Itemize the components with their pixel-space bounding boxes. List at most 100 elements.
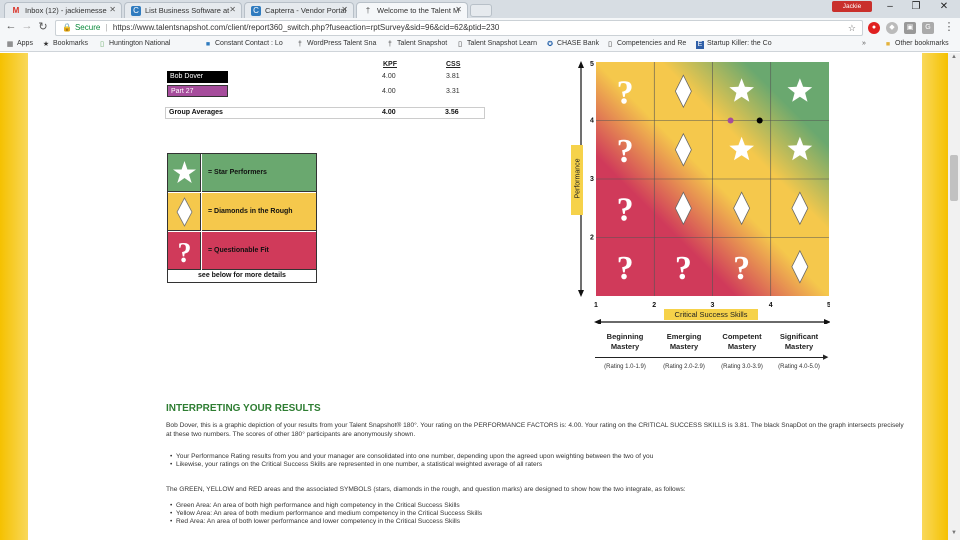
snapshot-icon: †: [388, 41, 392, 48]
y-tick-label: 4: [590, 118, 594, 125]
css-header: CSS: [446, 61, 461, 68]
menu-icon[interactable]: ⋮: [942, 20, 956, 33]
snapdot-point: [727, 117, 734, 124]
page-content: ▲ ▼ KPF CSS Bob Dover 4.00 3.81 Part 27 …: [0, 53, 960, 540]
bookmark-talent-snapshot[interactable]: † Talent Snapshot: [386, 40, 447, 49]
bullet-css-rating: Likewise, your ratings on the Critical S…: [170, 461, 896, 469]
capterra-icon: C: [131, 6, 141, 16]
bookmark-constant-contact[interactable]: ■ Constant Contact : Lo: [204, 40, 283, 49]
part27-css: 3.31: [446, 88, 460, 95]
page-icon: ▯: [458, 41, 462, 48]
close-icon[interactable]: ✕: [229, 5, 236, 14]
x-axis-arrow-right: [824, 319, 831, 325]
close-icon[interactable]: ✕: [455, 5, 462, 14]
extension-icon[interactable]: ◆: [886, 22, 898, 34]
y-tick-label: 5: [590, 61, 594, 68]
tab-talent-snapshot[interactable]: † Welcome to the Talent M ✕: [356, 2, 468, 18]
tab-list-business[interactable]: C List Business Software at ✕: [124, 2, 242, 18]
y-axis-label: Performance: [571, 145, 583, 215]
bookmark-apps[interactable]: ▦ Apps: [6, 40, 33, 49]
maximize-icon[interactable]: ❐: [906, 1, 926, 12]
intro-paragraph: Bob Dover, this is a graphic depiction o…: [166, 422, 904, 438]
legend-star-label: = Star Performers: [202, 154, 316, 192]
address-bar[interactable]: 🔒 Secure | https://www.talentsnapshot.com…: [55, 20, 863, 36]
participant-part-27: Part 27: [167, 85, 228, 97]
gmail-icon: M: [12, 6, 20, 15]
tab-capterra-vendor[interactable]: C Capterra - Vendor Portal ✕: [244, 2, 354, 18]
other-bookmarks[interactable]: ■ Other bookmarks: [884, 40, 949, 49]
legend-question-row: ? = Questionable Fit: [168, 232, 316, 270]
close-icon[interactable]: ✕: [341, 5, 348, 14]
question-mark-icon: ?: [617, 74, 634, 111]
profile-button[interactable]: Jackie: [832, 1, 872, 12]
mastery-significant-title: Significant Mastery: [779, 332, 819, 351]
mastery-significant-rating: (Rating 4.0-5.0): [778, 364, 820, 370]
back-icon[interactable]: ←: [4, 20, 18, 32]
mastery-competent-title: Competent Mastery: [722, 332, 762, 351]
arrow-right-icon: ▶: [823, 354, 829, 361]
reload-icon[interactable]: ↻: [36, 20, 50, 33]
bookmark-startup-killer[interactable]: E Startup Killer: the Co: [696, 40, 772, 49]
extension-icon[interactable]: G: [922, 22, 934, 34]
y-tick-label: 3: [590, 176, 594, 183]
x-axis-label: Critical Success Skills: [664, 309, 758, 320]
group-css: 3.56: [445, 109, 459, 116]
legend-star-row: = Star Performers: [168, 154, 316, 192]
bookmarks-overflow[interactable]: »: [862, 40, 866, 47]
mastery-arrow-line: [595, 357, 827, 358]
scroll-thumb[interactable]: [950, 155, 958, 201]
x-tick-label: 4: [769, 302, 773, 309]
bookmark-huntington[interactable]: ▯ Huntington National: [98, 40, 170, 49]
extension-icon[interactable]: ●: [868, 22, 880, 34]
bookmark-bookmarks[interactable]: ★ Bookmarks: [42, 40, 88, 49]
question-mark-icon: ?: [733, 250, 750, 287]
new-tab-button[interactable]: [470, 4, 492, 17]
group-kpf: 4.00: [382, 109, 396, 116]
areas-paragraph: The GREEN, YELLOW and RED areas and the …: [166, 486, 686, 493]
bullet-red-area: Red Area: An area of both lower performa…: [170, 518, 896, 526]
capterra-icon: C: [251, 6, 261, 16]
question-mark-icon: ?: [168, 232, 201, 270]
forward-icon[interactable]: →: [20, 20, 34, 32]
page-icon: ▯: [100, 41, 104, 48]
window-close-icon[interactable]: ✕: [934, 1, 954, 12]
group-averages-label: Group Averages: [169, 109, 223, 116]
folder-icon: ■: [885, 41, 891, 48]
vertical-scrollbar[interactable]: ▲ ▼: [948, 53, 960, 540]
tab-strip: M Inbox (12) - jackiemesse ✕ C List Busi…: [0, 0, 960, 18]
mastery-beginning-rating: (Rating 1.0-1.9): [604, 364, 646, 370]
bookmark-wordpress[interactable]: † WordPress Talent Sna: [296, 40, 376, 49]
bookmark-chase[interactable]: ✪ CHASE Bank: [546, 40, 599, 49]
extension-icon[interactable]: ▣: [904, 22, 916, 34]
star-icon: ★: [42, 41, 50, 48]
tab-gmail[interactable]: M Inbox (12) - jackiemesse ✕: [4, 2, 122, 18]
matrix-svg: ????? ? 1 2 3 4 5 2 3 4 5: [578, 61, 831, 325]
page-icon: ▯: [608, 41, 612, 48]
minimize-icon[interactable]: –: [880, 1, 900, 12]
x-tick-label: 2: [652, 302, 656, 309]
question-mark-icon: ?: [617, 250, 634, 287]
mastery-emerging-rating: (Rating 2.0-2.9): [663, 364, 705, 370]
snapshot-icon: †: [365, 6, 371, 15]
scroll-up-icon[interactable]: ▲: [950, 54, 958, 60]
mastery-beginning-title: Beginning Mastery: [606, 332, 644, 351]
bob-css: 3.81: [446, 73, 460, 80]
performance-matrix-chart: ?????? 1 2 3 4 5 2 3 4 5: [571, 55, 831, 325]
scroll-down-icon[interactable]: ▼: [950, 530, 958, 536]
bookmark-talent-snapshot-learn[interactable]: ▯ Talent Snapshot Learn: [456, 40, 537, 49]
diamond-icon: [168, 193, 201, 231]
y-axis-arrow-up: [578, 61, 584, 68]
bob-kpf: 4.00: [382, 73, 396, 80]
star-icon: [168, 154, 201, 192]
question-mark-icon: ?: [675, 250, 692, 287]
svg-text:?: ?: [178, 238, 192, 269]
kpf-header: KPF: [383, 61, 397, 68]
ie-icon: E: [696, 41, 704, 49]
bookmark-star-icon[interactable]: ☆: [848, 21, 856, 35]
bookmark-competencies[interactable]: ▯ Competencies and Re: [606, 40, 686, 49]
lock-icon: 🔒: [62, 23, 72, 32]
bullet-yellow-area: Yellow Area: An area of both medium perf…: [170, 510, 896, 518]
legend-footer: see below for more details: [198, 272, 286, 279]
close-icon[interactable]: ✕: [109, 5, 116, 14]
x-axis-arrow-left: [594, 319, 601, 325]
